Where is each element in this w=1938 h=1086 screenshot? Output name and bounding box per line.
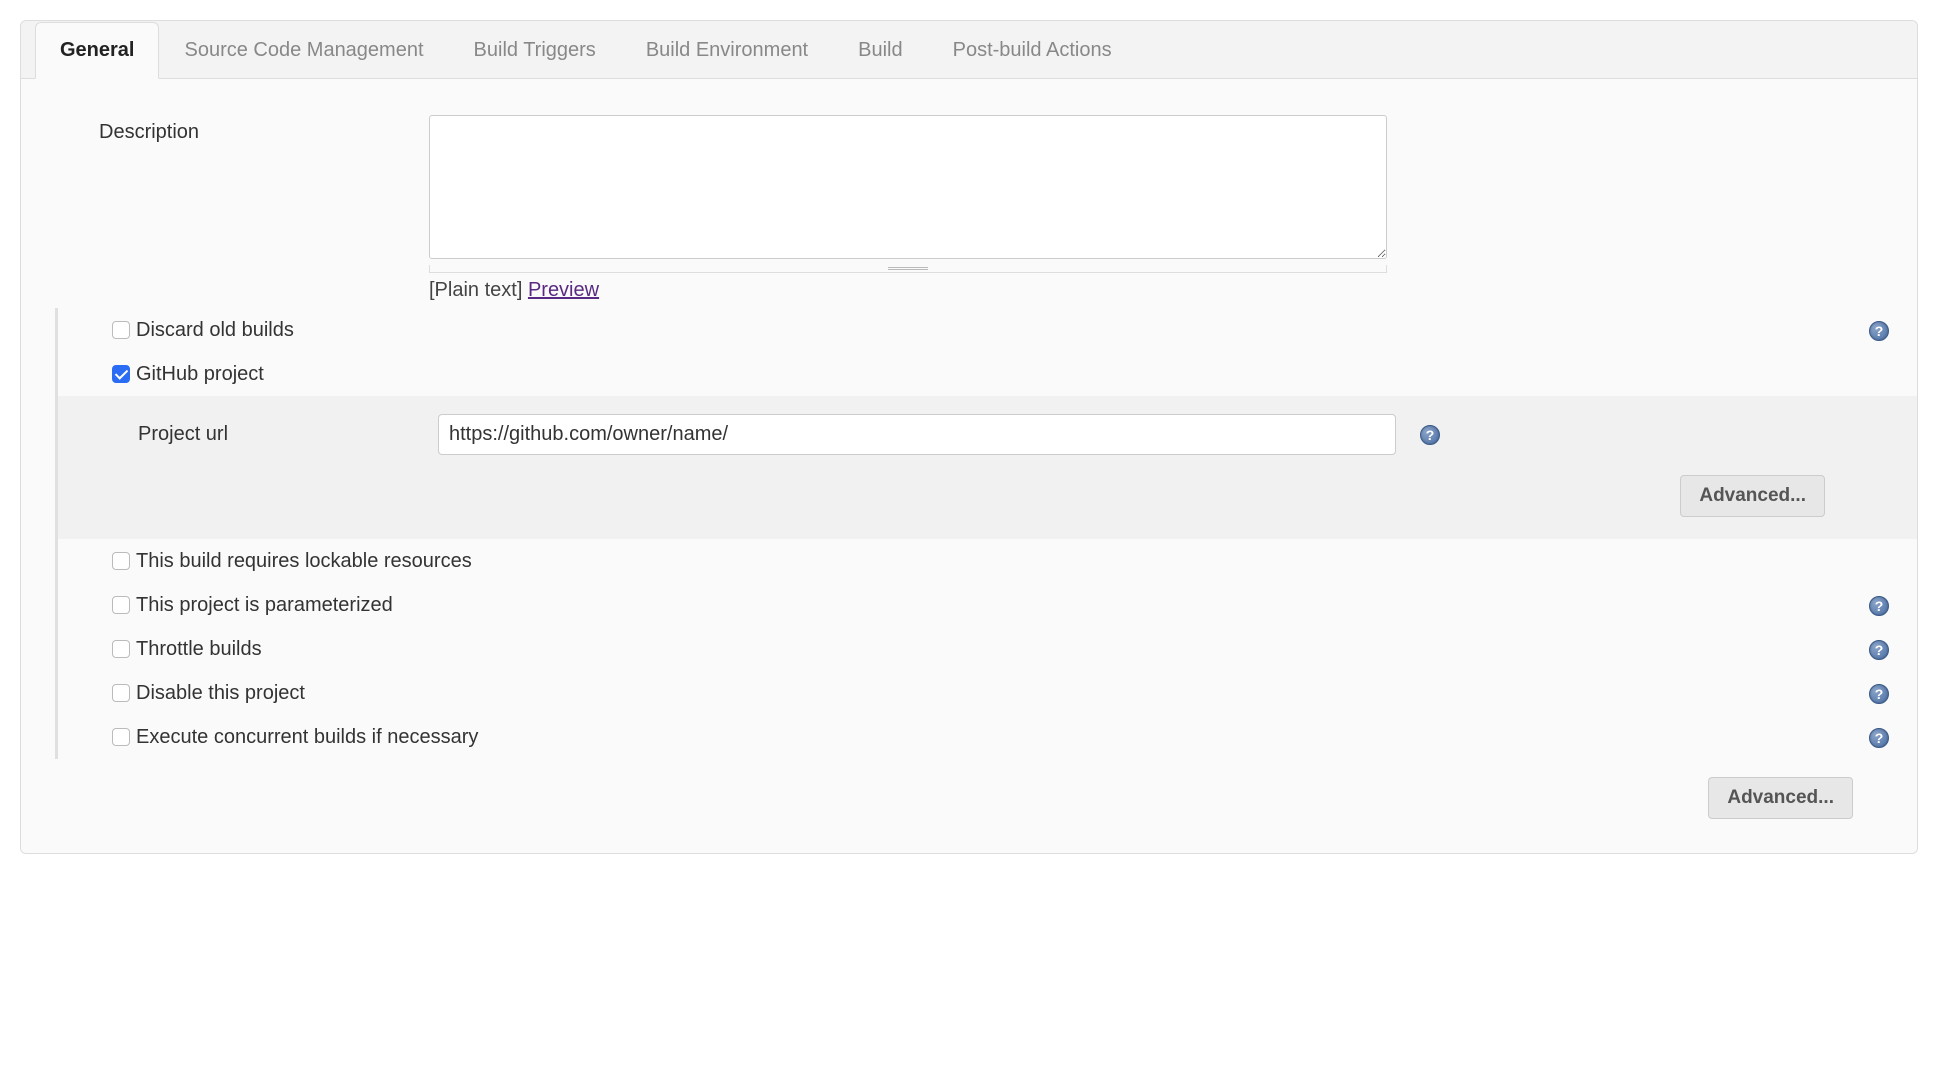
tab-post[interactable]: Post-build Actions [928, 22, 1137, 79]
project-url-input[interactable] [438, 414, 1396, 455]
tab-build[interactable]: Build [833, 22, 927, 79]
concurrent-builds-label: Execute concurrent builds if necessary [136, 726, 1861, 749]
help-icon[interactable]: ? [1420, 425, 1440, 445]
github-project-checkbox[interactable] [112, 365, 130, 383]
description-label: Description [99, 115, 429, 144]
description-row: Description [Plain text] Preview [21, 109, 1917, 308]
parameterized-row: This project is parameterized ? [55, 583, 1917, 627]
tab-env[interactable]: Build Environment [621, 22, 833, 79]
config-container: General Source Code Management Build Tri… [20, 20, 1918, 854]
description-hint: [Plain text] Preview [429, 279, 1889, 302]
discard-old-builds-checkbox[interactable] [112, 321, 130, 339]
parameterized-checkbox[interactable] [112, 596, 130, 614]
throttle-builds-checkbox[interactable] [112, 640, 130, 658]
disable-project-label: Disable this project [136, 682, 1861, 705]
preview-link[interactable]: Preview [528, 279, 599, 301]
general-panel: Description [Plain text] Preview Discard… [21, 79, 1917, 853]
throttle-builds-row: Throttle builds ? [55, 627, 1917, 671]
lockable-resources-row: This build requires lockable resources [55, 539, 1917, 583]
lockable-resources-label: This build requires lockable resources [136, 550, 1861, 573]
parameterized-label: This project is parameterized [136, 594, 1861, 617]
discard-old-builds-label: Discard old builds [136, 319, 1861, 342]
tab-bar: General Source Code Management Build Tri… [21, 21, 1917, 79]
concurrent-builds-checkbox[interactable] [112, 728, 130, 746]
disable-project-row: Disable this project ? [55, 671, 1917, 715]
help-icon[interactable]: ? [1869, 684, 1889, 704]
tab-scm[interactable]: Source Code Management [159, 22, 448, 79]
tab-triggers[interactable]: Build Triggers [449, 22, 621, 79]
throttle-builds-label: Throttle builds [136, 638, 1861, 661]
help-icon[interactable]: ? [1869, 728, 1889, 748]
tab-general[interactable]: General [35, 22, 159, 79]
help-icon[interactable]: ? [1869, 640, 1889, 660]
advanced-button-bottom[interactable]: Advanced... [1708, 777, 1853, 819]
concurrent-builds-row: Execute concurrent builds if necessary ? [55, 715, 1917, 759]
advanced-button[interactable]: Advanced... [1680, 475, 1825, 517]
description-input[interactable] [429, 115, 1387, 259]
resize-handle[interactable] [429, 265, 1387, 273]
github-project-subsection: Project url ? Advanced... [55, 396, 1917, 539]
github-project-label: GitHub project [136, 363, 1861, 386]
lockable-resources-checkbox[interactable] [112, 552, 130, 570]
discard-old-builds-row: Discard old builds ? [55, 308, 1917, 352]
plain-text-label: [Plain text] [429, 279, 528, 301]
disable-project-checkbox[interactable] [112, 684, 130, 702]
help-icon[interactable]: ? [1869, 596, 1889, 616]
github-project-row: GitHub project [55, 352, 1917, 396]
help-icon[interactable]: ? [1869, 321, 1889, 341]
project-url-label: Project url [108, 423, 438, 446]
